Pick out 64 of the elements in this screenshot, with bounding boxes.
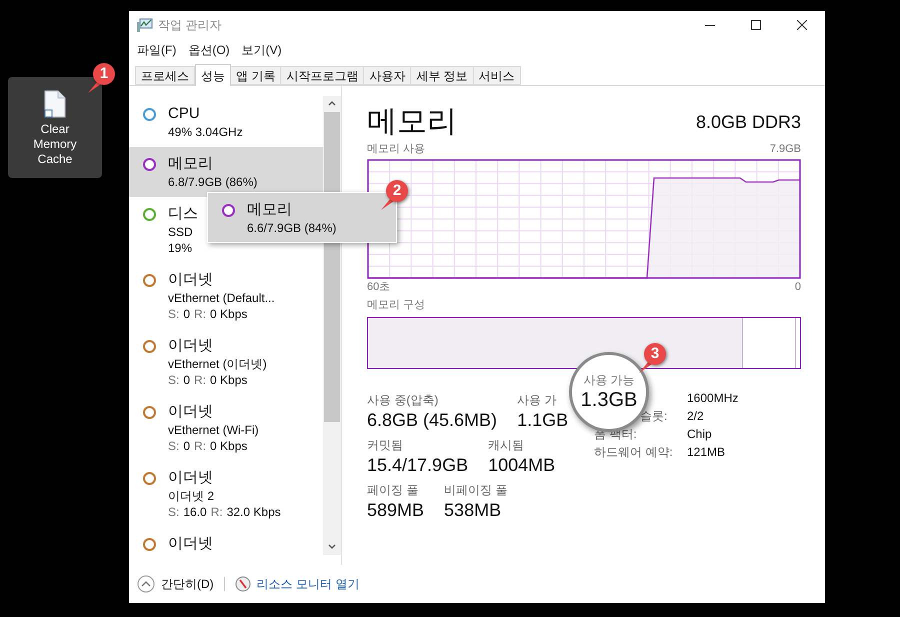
item-title: 디스 xyxy=(168,204,198,224)
stat-label: 사용 중(압축) xyxy=(367,392,440,408)
item-title: 이더넷 xyxy=(168,402,214,422)
stat-label: 캐시됨 xyxy=(488,437,526,453)
item-title: 이더넷 xyxy=(168,336,214,356)
memory-spec: 8.0GB DDR3 xyxy=(696,111,801,134)
popup-title: 메모리 xyxy=(247,200,293,220)
spec-value: Chip xyxy=(687,426,712,443)
stat-label: 커밋됨 xyxy=(367,437,404,453)
rate-label: R: xyxy=(210,504,223,520)
rate-value: 0 Kbps xyxy=(210,438,248,454)
spec-label: 슬롯: xyxy=(640,408,668,425)
rate-value: 0 Kbps xyxy=(210,306,248,322)
spec-label: 하드웨어 예약: xyxy=(594,444,673,461)
item-title: 메모리 xyxy=(168,154,214,174)
time-axis-label: 0 xyxy=(794,280,801,294)
section-title: 메모리 xyxy=(367,104,457,140)
rate-label: S: xyxy=(168,504,180,520)
rate-value: 32.0 Kbps xyxy=(226,504,281,520)
spec-value: 121MB xyxy=(687,444,726,461)
rate-label: S: xyxy=(168,438,180,454)
stat-value: 538MB xyxy=(444,499,502,522)
rate-label: R: xyxy=(194,372,206,388)
time-axis-label: 60초 xyxy=(367,280,390,294)
spec-value: 2/2 xyxy=(687,408,704,425)
item-detail: 19% xyxy=(168,240,194,256)
rate-value: 0 xyxy=(183,372,190,388)
rate-value: 0 xyxy=(183,438,190,454)
item-title: CPU xyxy=(168,104,201,124)
popup-detail: 6.6/7.9GB (84%) xyxy=(247,220,336,236)
spec-value: 1600MHz xyxy=(687,390,738,407)
callout-badge: 1 xyxy=(93,63,115,85)
item-detail: SSD xyxy=(168,224,194,240)
rate-label: R: xyxy=(194,306,206,322)
item-detail: vEthernet (Wi-Fi) xyxy=(168,422,259,438)
item-title: 이더넷 xyxy=(168,270,214,290)
stat-label: 비페이징 풀 xyxy=(444,482,508,498)
item-detail: vEthernet (이더넷) xyxy=(168,356,267,372)
magnified-label: 사용 가능 xyxy=(583,372,635,388)
chart-max-label: 7.9GB xyxy=(770,142,801,156)
rate-label: S: xyxy=(168,306,180,322)
stat-value: 1004MB xyxy=(488,454,556,477)
shortcut-label: Clear Memory Cache xyxy=(32,122,78,167)
rate-label: R: xyxy=(194,438,206,454)
item-title: 이더넷 xyxy=(168,468,214,488)
rate-value: 0 Kbps xyxy=(210,372,248,388)
rate-value: 0 xyxy=(183,306,190,322)
stat-label: 사용 가 xyxy=(517,392,558,408)
item-detail: 49% 3.04GHz xyxy=(168,124,243,140)
stat-value: 1.1GB xyxy=(517,409,568,432)
chart-label: 메모리 사용 xyxy=(367,142,426,156)
item-title: 이더넷 xyxy=(168,534,213,554)
stat-label: 페이징 풀 xyxy=(367,482,420,498)
window-title: 작업 관리자 xyxy=(158,17,222,34)
stat-value: 589MB xyxy=(367,499,424,522)
rate-label: S: xyxy=(168,372,180,388)
item-detail: 6.8/7.9GB (86%) xyxy=(168,174,258,190)
magnified-value: 1.3GB xyxy=(580,388,638,412)
rate-value: 16.0 xyxy=(183,504,207,520)
item-detail: vEthernet (Default... xyxy=(168,290,275,306)
stat-value: 15.4/17.9GB xyxy=(367,454,468,477)
item-detail: 이더넷 2 xyxy=(168,488,216,504)
chart-label: 메모리 구성 xyxy=(367,298,426,312)
stat-value: 6.8GB (45.6MB) xyxy=(367,409,498,432)
